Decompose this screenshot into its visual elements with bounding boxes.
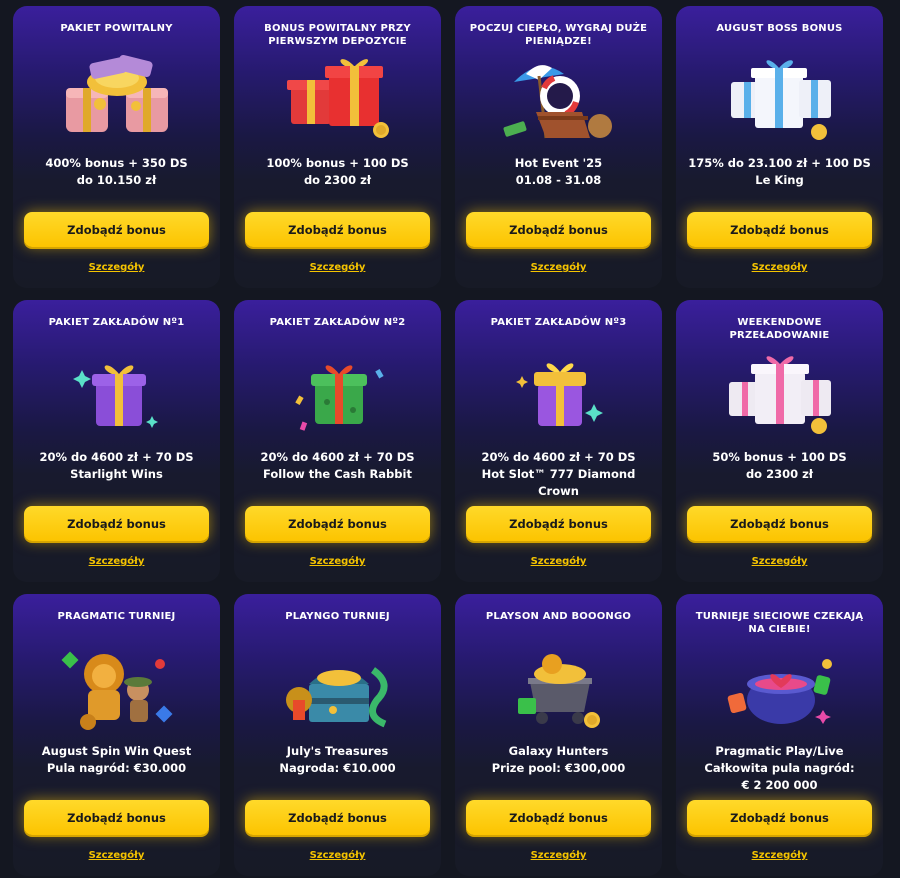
card-description-line: do 2300 zł (745, 467, 814, 481)
details-link[interactable]: Szczegóły (234, 262, 441, 273)
card-description-line: Starlight Wins (70, 467, 163, 481)
card-title: PAKIET ZAKŁADÓW Nº1 (48, 317, 185, 328)
green-gift-icon (273, 346, 403, 442)
card-title: AUGUST BOSS BONUS (716, 23, 843, 34)
promo-card: PAKIET ZAKŁADÓW Nº2 20% do 4600 zł + 70 … (234, 300, 441, 582)
promo-card: PAKIET ZAKŁADÓW Nº1 20% do 4600 zł + 70 … (13, 300, 220, 582)
card-title: BONUS POWITALNY PRZY PIERWSZYM DEPOZYCIE (264, 23, 411, 47)
claim-bonus-button[interactable]: Zdobądź bonus (24, 212, 209, 247)
details-link[interactable]: Szczegóły (455, 262, 662, 273)
card-description-line: August Spin Win Quest (41, 744, 192, 758)
pink-gifts-icon (715, 346, 845, 442)
card-description-line: 01.08 - 31.08 (515, 173, 602, 187)
claim-bonus-button[interactable]: Zdobądź bonus (245, 800, 430, 835)
card-description: Galaxy Hunters Prize pool: €300,000 (463, 743, 654, 777)
cauldron-icon (715, 640, 845, 736)
card-description-line: July's Treasures (286, 744, 389, 758)
card-description-line: 400% bonus + 350 DS (45, 156, 188, 170)
promo-card: AUGUST BOSS BONUS 175% do 23.100 zł + 10… (676, 6, 883, 288)
promo-card: POCZUJ CIEPŁO, WYGRAJ DUŻE PIENIĄDZE! Ho… (455, 6, 662, 288)
card-description-line: Nagroda: €10.000 (279, 761, 396, 775)
card-description-line: 20% do 4600 zł + 70 DS (260, 450, 415, 464)
card-description-line: 50% bonus + 100 DS (712, 450, 847, 464)
promo-card: PRAGMATIC TURNIEJ August Spin Win Quest … (13, 594, 220, 876)
card-title: PAKIET POWITALNY (60, 23, 173, 34)
details-link[interactable]: Szczegóły (676, 262, 883, 273)
card-description-line: Pragmatic Play/Live (715, 744, 844, 758)
details-link[interactable]: Szczegóły (234, 850, 441, 861)
details-link[interactable]: Szczegóły (13, 850, 220, 861)
card-description-line: Pula nagród: €30.000 (46, 761, 187, 775)
card-description-line: do 2300 zł (303, 173, 372, 187)
card-title: TURNIEJE SIECIOWE CZEKAJĄ NA CIEBIE! (695, 611, 864, 635)
card-description-line: € 2 200 000 (741, 778, 818, 792)
promo-card: PLAYSON AND BOOONGO Galaxy Hunters Prize… (455, 594, 662, 876)
claim-bonus-button[interactable]: Zdobądź bonus (466, 212, 651, 247)
card-description: August Spin Win Quest Pula nagród: €30.0… (21, 743, 212, 777)
claim-bonus-button[interactable]: Zdobądź bonus (466, 506, 651, 541)
card-description: 400% bonus + 350 DS do 10.150 zł (21, 155, 212, 189)
card-description: 100% bonus + 100 DS do 2300 zł (242, 155, 433, 189)
yellow-gift-icon (494, 346, 624, 442)
claim-bonus-button[interactable]: Zdobądź bonus (687, 212, 872, 247)
card-description-line: 20% do 4600 zł + 70 DS (481, 450, 636, 464)
claim-bonus-button[interactable]: Zdobądź bonus (245, 506, 430, 541)
card-description-line: 20% do 4600 zł + 70 DS (39, 450, 194, 464)
golden-lion-icon (52, 640, 182, 736)
promo-card: TURNIEJE SIECIOWE CZEKAJĄ NA CIEBIE! Pra… (676, 594, 883, 876)
card-title: WEEKENDOWE PRZEŁADOWANIE (729, 317, 830, 341)
purple-gift-icon (52, 346, 182, 442)
card-description: 20% do 4600 zł + 70 DS Starlight Wins (21, 449, 212, 483)
claim-bonus-button[interactable]: Zdobądź bonus (466, 800, 651, 835)
claim-bonus-button[interactable]: Zdobądź bonus (687, 506, 872, 541)
promo-card: BONUS POWITALNY PRZY PIERWSZYM DEPOZYCIE… (234, 6, 441, 288)
details-link[interactable]: Szczegóły (455, 850, 662, 861)
mine-cart-icon (494, 640, 624, 736)
claim-bonus-button[interactable]: Zdobądź bonus (24, 800, 209, 835)
details-link[interactable]: Szczegóły (234, 556, 441, 567)
details-link[interactable]: Szczegóły (676, 556, 883, 567)
card-description-line: Hot Slot™ 777 Diamond Crown (481, 467, 636, 498)
card-title: PAKIET ZAKŁADÓW Nº2 (269, 317, 406, 328)
promo-card: WEEKENDOWE PRZEŁADOWANIE 50% bonus + 100… (676, 300, 883, 582)
card-description: Hot Event '25 01.08 - 31.08 (463, 155, 654, 189)
details-link[interactable]: Szczegóły (455, 556, 662, 567)
claim-bonus-button[interactable]: Zdobądź bonus (687, 800, 872, 835)
promotions-grid: PAKIET POWITALNY 400% bonus + 350 DS do … (0, 0, 900, 878)
claim-bonus-button[interactable]: Zdobądź bonus (245, 212, 430, 247)
promo-card: PLAYNGO TURNIEJ July's Treasures Nagroda… (234, 594, 441, 876)
card-description-line: Całkowita pula nagród: (704, 761, 855, 775)
card-title: PLAYNGO TURNIEJ (285, 611, 390, 622)
card-description-line: Prize pool: €300,000 (491, 761, 626, 775)
card-title: PAKIET ZAKŁADÓW Nº3 (490, 317, 627, 328)
card-title: POCZUJ CIEPŁO, WYGRAJ DUŻE PIENIĄDZE! (469, 23, 648, 47)
treasure-chests-icon (52, 52, 182, 148)
card-description: 175% do 23.100 zł + 100 DS Le King (684, 155, 875, 189)
card-description-line: 175% do 23.100 zł + 100 DS (688, 156, 871, 170)
beach-chair-icon (494, 52, 624, 148)
promo-card: PAKIET ZAKŁADÓW Nº3 20% do 4600 zł + 70 … (455, 300, 662, 582)
card-description-line: Follow the Cash Rabbit (263, 467, 412, 481)
details-link[interactable]: Szczegóły (676, 850, 883, 861)
card-description: 20% do 4600 zł + 70 DS Follow the Cash R… (242, 449, 433, 483)
card-description: July's Treasures Nagroda: €10.000 (242, 743, 433, 777)
treasure-chest-icon (273, 640, 403, 736)
card-description-line: Hot Event '25 (514, 156, 603, 170)
card-description-line: Le King (755, 173, 804, 187)
white-gifts-icon (715, 52, 845, 148)
card-title: PRAGMATIC TURNIEJ (57, 611, 176, 622)
card-description-line: do 10.150 zł (76, 173, 157, 187)
red-gifts-icon (273, 52, 403, 148)
card-description-line: 100% bonus + 100 DS (266, 156, 409, 170)
card-title: PLAYSON AND BOOONGO (485, 611, 632, 622)
claim-bonus-button[interactable]: Zdobądź bonus (24, 506, 209, 541)
card-description: 20% do 4600 zł + 70 DS Hot Slot™ 777 Dia… (463, 449, 654, 500)
details-link[interactable]: Szczegóły (13, 262, 220, 273)
card-description: Pragmatic Play/Live Całkowita pula nagró… (684, 743, 875, 794)
promo-card: PAKIET POWITALNY 400% bonus + 350 DS do … (13, 6, 220, 288)
card-description-line: Galaxy Hunters (508, 744, 609, 758)
card-description: 50% bonus + 100 DS do 2300 zł (684, 449, 875, 483)
details-link[interactable]: Szczegóły (13, 556, 220, 567)
